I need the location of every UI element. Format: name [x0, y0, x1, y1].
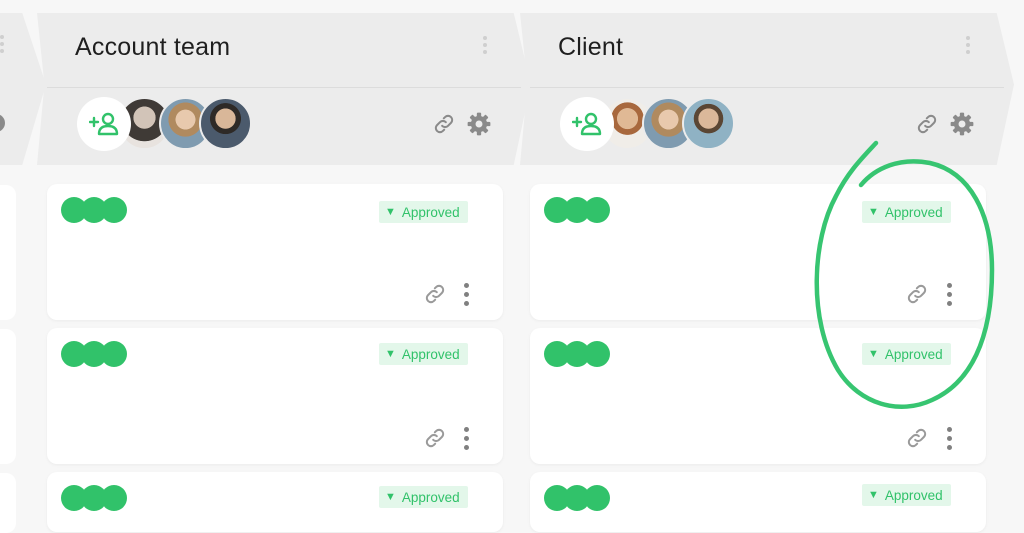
status-badge[interactable]: ▼ Approved: [379, 201, 468, 223]
add-member-button[interactable]: [560, 97, 614, 151]
header-divider: [46, 87, 522, 88]
status-dots: [61, 197, 127, 223]
link-icon[interactable]: [424, 427, 446, 449]
status-dots: [544, 197, 610, 223]
task-card[interactable]: ▼ Approved: [47, 472, 503, 532]
status-label: Approved: [884, 204, 943, 220]
previous-column-card[interactable]: [0, 329, 16, 464]
gear-icon[interactable]: [949, 111, 975, 137]
status-label: Approved: [401, 346, 460, 362]
status-label: Approved: [401, 204, 460, 220]
card-kebab-icon[interactable]: [947, 283, 952, 306]
status-label: Approved: [401, 489, 460, 505]
status-dots: [544, 341, 610, 367]
column-link-icon[interactable]: [433, 113, 455, 135]
column-kebab-icon[interactable]: [966, 36, 970, 54]
gear-icon[interactable]: [466, 111, 492, 137]
link-icon[interactable]: [906, 427, 928, 449]
chevron-down-icon: ▼: [868, 206, 879, 218]
previous-column-card[interactable]: [0, 185, 16, 320]
task-card[interactable]: ▼ Approved: [530, 184, 986, 320]
column-title: Account team: [75, 33, 231, 61]
avatar[interactable]: [199, 97, 252, 150]
status-dots: [61, 485, 127, 511]
link-icon[interactable]: [906, 283, 928, 305]
status-dots: [61, 341, 127, 367]
previous-column-card[interactable]: [0, 473, 16, 533]
column-title: Client: [558, 33, 624, 61]
chevron-down-icon: ▼: [385, 491, 396, 503]
chevron-down-icon: ▼: [868, 489, 879, 501]
status-badge[interactable]: ▼ Approved: [379, 486, 468, 508]
card-kebab-icon[interactable]: [464, 283, 469, 306]
chevron-down-icon: ▼: [385, 206, 396, 218]
column-link-icon[interactable]: [916, 113, 938, 135]
task-card[interactable]: ▼ Approved: [530, 328, 986, 464]
task-card[interactable]: ▼ Approved: [47, 184, 503, 320]
add-user-icon: [89, 112, 119, 136]
previous-column-gear-icon[interactable]: [0, 110, 10, 136]
previous-column-kebab-icon[interactable]: [0, 35, 4, 53]
link-icon[interactable]: [424, 283, 446, 305]
status-dots: [544, 485, 610, 511]
card-kebab-icon[interactable]: [947, 427, 952, 450]
card-kebab-icon[interactable]: [464, 427, 469, 450]
status-badge[interactable]: ▼ Approved: [862, 484, 951, 506]
status-badge[interactable]: ▼ Approved: [379, 343, 468, 365]
avatar[interactable]: [682, 97, 735, 150]
task-card[interactable]: ▼ Approved: [530, 472, 986, 532]
status-badge[interactable]: ▼ Approved: [862, 201, 951, 223]
header-divider: [529, 87, 1005, 88]
chevron-down-icon: ▼: [385, 348, 396, 360]
chevron-down-icon: ▼: [868, 348, 879, 360]
status-badge[interactable]: ▼ Approved: [862, 343, 951, 365]
column-kebab-icon[interactable]: [483, 36, 487, 54]
status-label: Approved: [884, 487, 943, 503]
status-label: Approved: [884, 346, 943, 362]
add-user-icon: [572, 112, 602, 136]
task-card[interactable]: ▼ Approved: [47, 328, 503, 464]
add-member-button[interactable]: [77, 97, 131, 151]
